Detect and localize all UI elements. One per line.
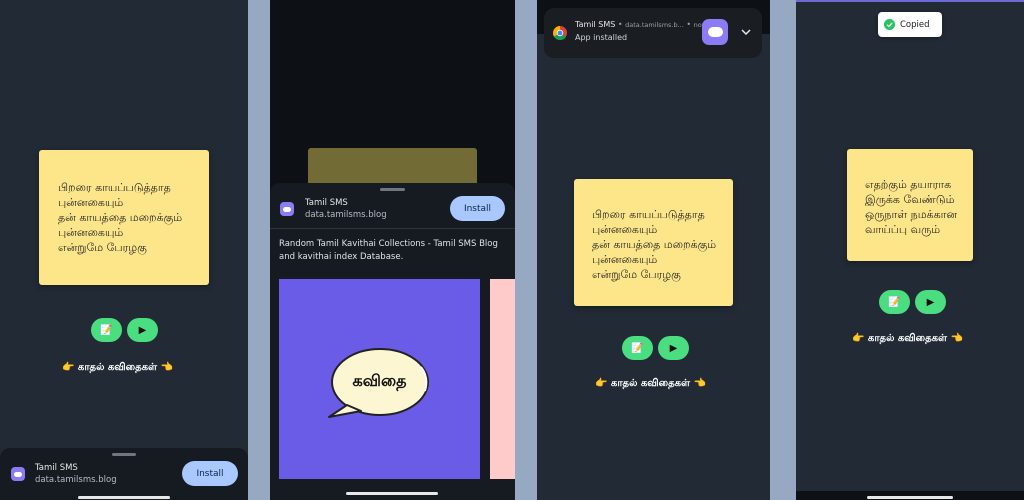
- play-icon: ▶: [669, 342, 678, 354]
- app-name: Tamil SMS: [305, 198, 348, 208]
- sheet-handle[interactable]: [112, 453, 136, 456]
- poem-line: புன்னகையும்: [592, 223, 658, 236]
- screenshot-preview-next[interactable]: [490, 279, 515, 479]
- screen-2: Tamil SMS data.tamilsms.blog Install Ran…: [270, 0, 515, 500]
- install-sheet-expanded: Tamil SMS data.tamilsms.blog Install Ran…: [270, 183, 515, 500]
- poem-line: புன்னகையும்: [58, 196, 124, 209]
- poem-line: என்றுமே பேரழகு: [592, 268, 681, 281]
- poem-line: தன் காயத்தை மறைக்கும்: [58, 211, 183, 224]
- install-button[interactable]: Install: [182, 461, 238, 486]
- memo-icon: 📝: [888, 296, 901, 308]
- love-poems-link[interactable]: 👉 காதல் கவிதைகள் 👈: [595, 378, 706, 390]
- play-button[interactable]: ▶: [915, 290, 946, 314]
- copied-toast: Copied: [878, 12, 942, 37]
- poem-line: தன் காயத்தை மறைக்கும்: [592, 238, 717, 251]
- action-buttons: 📝 ▶: [91, 318, 158, 342]
- play-icon: ▶: [926, 296, 935, 308]
- memo-icon: 📝: [100, 324, 113, 336]
- play-icon: ▶: [138, 324, 147, 336]
- toast-label: Copied: [900, 19, 930, 30]
- notification-header: Tamil SMS • data.tamilsms.b... • now: [575, 20, 707, 29]
- poem-line: எதற்கும் தயாராக: [865, 178, 952, 191]
- app-description: Random Tamil Kavithai Collections - Tami…: [279, 239, 498, 262]
- poem-line: புன்னகையும்: [592, 253, 658, 266]
- poem-line: பிறரை காயப்படுத்தாத: [592, 208, 705, 221]
- screen-4: Copied எதற்கும் தயாராக இருக்க வேண்டும் ஒ…: [796, 0, 1024, 500]
- check-circle-icon: [884, 19, 895, 30]
- poem-line: வாய்ப்பு வரும்: [865, 223, 941, 236]
- app-icon: [11, 467, 25, 481]
- install-notification[interactable]: Tamil SMS • data.tamilsms.b... • now App…: [544, 8, 762, 58]
- notification-source: data.tamilsms.b...: [625, 21, 684, 29]
- love-poems-link[interactable]: 👉 காதல் கவிதைகள் 👈: [852, 333, 963, 345]
- poem-card: பிறரை காயப்படுத்தாத புன்னகையும் தன் காயத…: [39, 150, 209, 285]
- play-button[interactable]: ▶: [658, 336, 689, 360]
- screen-1: பிறரை காயப்படுத்தாத புன்னகையும் தன் காயத…: [0, 0, 248, 500]
- love-poems-link[interactable]: 👉 காதல் கவிதைகள் 👈: [62, 362, 173, 374]
- app-icon: [280, 202, 294, 216]
- install-button[interactable]: Install: [450, 196, 505, 221]
- install-sheet: Tamil SMS data.tamilsms.blog Install: [0, 448, 248, 500]
- hero-word: கவிதை: [352, 371, 407, 390]
- notification-message: App installed: [575, 33, 628, 42]
- poem-line: பிறரை காயப்படுத்தாத: [58, 181, 171, 194]
- dimmed-poem-card: [308, 148, 477, 188]
- action-buttons: 📝 ▶: [879, 290, 946, 314]
- poem-line: இருக்க வேண்டும்: [865, 193, 955, 206]
- poem-card: பிறரை காயப்படுத்தாத புன்னகையும் தன் காயத…: [574, 179, 733, 306]
- poem-card: எதற்கும் தயாராக இருக்க வேண்டும் ஒருநாள் …: [847, 149, 973, 261]
- app-url: data.tamilsms.blog: [35, 475, 117, 485]
- poem-line: ஒருநாள் நமக்கான: [865, 208, 958, 221]
- divider: [270, 228, 515, 229]
- app-name: Tamil SMS: [35, 463, 78, 473]
- dot-separator: •: [617, 20, 623, 29]
- copy-button[interactable]: 📝: [91, 318, 122, 342]
- notification-app: Tamil SMS: [575, 20, 616, 29]
- poem-line: என்றுமே பேரழகு: [58, 241, 147, 254]
- memo-icon: 📝: [631, 342, 644, 354]
- gesture-bar: [867, 496, 953, 499]
- action-buttons: 📝 ▶: [622, 336, 689, 360]
- dot-separator: •: [686, 20, 692, 29]
- screen-3: Tamil SMS • data.tamilsms.b... • now App…: [537, 0, 770, 500]
- chevron-down-icon[interactable]: [741, 29, 751, 35]
- chrome-icon: [553, 26, 567, 40]
- notification-app-icon: [702, 19, 728, 45]
- sheet-handle[interactable]: [380, 188, 405, 191]
- gesture-bar: [78, 496, 170, 499]
- copy-button[interactable]: 📝: [879, 290, 910, 314]
- copy-button[interactable]: 📝: [622, 336, 653, 360]
- play-button[interactable]: ▶: [127, 318, 158, 342]
- app-url: data.tamilsms.blog: [305, 210, 387, 220]
- poem-line: புன்னகையும்: [58, 226, 124, 239]
- gesture-bar: [346, 492, 438, 495]
- screenshot-preview[interactable]: கவிதை: [279, 279, 480, 479]
